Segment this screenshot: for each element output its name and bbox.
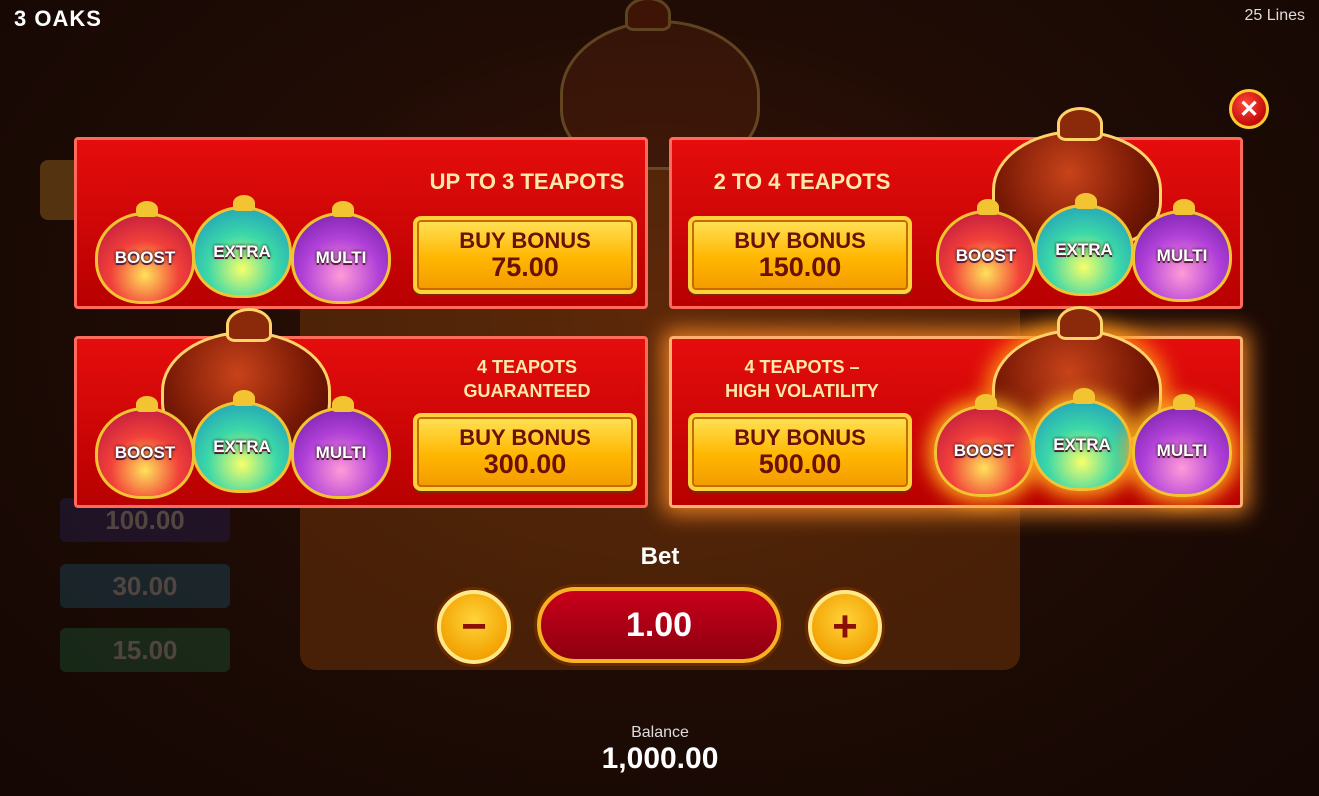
multi-teapot-icon: MULTI — [291, 396, 391, 499]
multi-teapot-icon: MULTI — [1132, 199, 1232, 302]
decrease-bet-button[interactable]: − — [437, 590, 511, 664]
bet-amount: 1.00 — [625, 605, 693, 644]
background-jackpot: 30.00 — [60, 564, 230, 608]
buy-bonus-label: BUY BONUS — [734, 425, 866, 450]
plus-icon: + — [832, 602, 858, 651]
extra-teapot-icon: EXTRA — [1032, 388, 1132, 491]
bonus-card-3: BOOST EXTRA MULTI 4 TEAPOTS GUARANTEED B… — [74, 308, 648, 508]
buy-bonus-button[interactable]: BUY BONUS 150.00 — [688, 216, 912, 294]
bonus-card-1: BOOST EXTRA MULTI UP TO 3 TEAPOTS BUY BO… — [74, 137, 648, 309]
multi-teapot-icon: MULTI — [1132, 394, 1232, 497]
bet-value[interactable]: 1.00 — [537, 587, 781, 663]
buy-bonus-label: BUY BONUS — [734, 228, 866, 253]
buy-bonus-button[interactable]: BUY BONUS 300.00 — [413, 413, 637, 491]
boost-teapot-icon: BOOST — [95, 396, 195, 499]
lines-indicator: 25 Lines — [1244, 7, 1306, 24]
card-title: 4 TEAPOTS – — [744, 357, 860, 377]
card-title: UP TO 3 TEAPOTS — [429, 169, 625, 194]
boost-teapot-icon: BOOST — [95, 201, 195, 304]
buy-bonus-button[interactable]: BUY BONUS 500.00 — [688, 413, 912, 491]
boost-teapot-icon: BOOST — [934, 394, 1034, 497]
boost-teapot-icon: BOOST — [936, 199, 1036, 302]
buy-bonus-button[interactable]: BUY BONUS 75.00 — [413, 216, 637, 294]
card-subtitle: GUARANTEED — [463, 381, 591, 401]
buy-bonus-price: 75.00 — [491, 252, 559, 282]
close-button[interactable]: ✕ — [1229, 89, 1269, 129]
card-title: 2 TO 4 TEAPOTS — [713, 169, 891, 194]
balance-label: Balance — [631, 724, 689, 741]
background-jackpot: 15.00 — [60, 628, 230, 672]
buy-bonus-price: 500.00 — [758, 449, 842, 479]
game-title: 3 OAKS — [14, 6, 102, 31]
buy-bonus-price: 300.00 — [483, 449, 567, 479]
buy-bonus-label: BUY BONUS — [459, 228, 591, 253]
card-subtitle: HIGH VOLATILITY — [725, 381, 879, 401]
extra-teapot-icon: EXTRA — [1034, 193, 1134, 296]
minus-icon: − — [461, 602, 487, 651]
extra-teapot-icon: EXTRA — [192, 390, 292, 493]
balance-value: 1,000.00 — [601, 742, 719, 775]
bonus-card-4: 4 TEAPOTS – HIGH VOLATILITY BUY BONUS 50… — [669, 306, 1243, 508]
card-title: 4 TEAPOTS — [476, 357, 578, 377]
multi-teapot-icon: MULTI — [291, 201, 391, 304]
increase-bet-button[interactable]: + — [808, 590, 882, 664]
extra-teapot-icon: EXTRA — [192, 195, 292, 298]
close-icon: ✕ — [1238, 95, 1260, 123]
buy-bonus-label: BUY BONUS — [459, 425, 591, 450]
buy-bonus-price: 150.00 — [758, 252, 842, 282]
bet-label: Bet — [640, 543, 680, 570]
bonus-card-2: 2 TO 4 TEAPOTS BUY BONUS 150.00 BOOST EX… — [669, 107, 1243, 309]
